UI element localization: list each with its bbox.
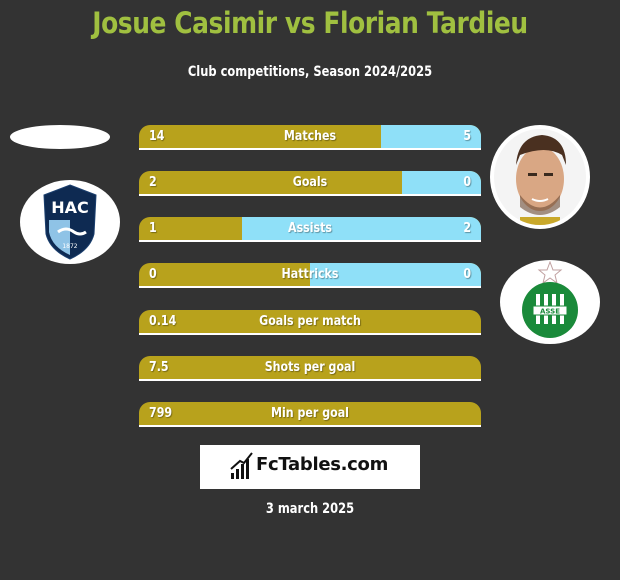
brand-name: FcTables.com [256, 454, 389, 475]
stat-row-goals-per-match: 0.14 Goals per match [139, 310, 481, 335]
left-player-photo-placeholder [10, 125, 110, 149]
left-club-badge: HAC 1872 [20, 180, 120, 264]
right-player-photo [490, 125, 590, 229]
stat-label: Assists [288, 221, 332, 236]
stat-label: Hattricks [281, 267, 339, 282]
right-club-badge: ASSE [500, 260, 600, 344]
fctables-logo[interactable]: FcTables.com [200, 445, 420, 489]
left-value: 14 [149, 129, 165, 144]
stat-label: Goals [292, 175, 328, 190]
player-face-icon [494, 129, 586, 225]
report-date: 3 march 2025 [265, 501, 355, 517]
svg-text:ASSE: ASSE [540, 308, 560, 316]
bar-chart-icon [230, 452, 253, 479]
stat-row-min-per-goal: 799 Min per goal [139, 402, 481, 427]
asse-crest-icon: ASSE [522, 260, 578, 338]
stat-row-goals: 2 Goals 0 [139, 171, 481, 196]
right-value: 0 [463, 175, 471, 190]
left-value: 1 [149, 221, 157, 236]
stat-label: Min per goal [271, 406, 349, 421]
page-title: Josue Casimir vs Florian Tardieu [92, 6, 528, 40]
stat-row-matches: 14 Matches 5 [139, 125, 481, 150]
left-value: 0 [149, 267, 157, 282]
right-value: 5 [463, 129, 471, 144]
right-value: 2 [463, 221, 471, 236]
stat-row-shots-per-goal: 7.5 Shots per goal [139, 356, 481, 381]
stat-row-hattricks: 0 Hattricks 0 [139, 263, 481, 288]
svg-text:1872: 1872 [62, 243, 77, 250]
stat-label: Shots per goal [264, 360, 356, 375]
svg-text:HAC: HAC [51, 198, 89, 217]
hac-shield-icon: HAC 1872 [43, 184, 97, 260]
stat-label: Matches [283, 129, 337, 144]
left-value: 2 [149, 175, 157, 190]
right-value: 0 [463, 267, 471, 282]
stat-row-assists: 1 Assists 2 [139, 217, 481, 242]
stat-label: Goals per match [259, 314, 361, 329]
page-subtitle: Club competitions, Season 2024/2025 [187, 64, 433, 80]
